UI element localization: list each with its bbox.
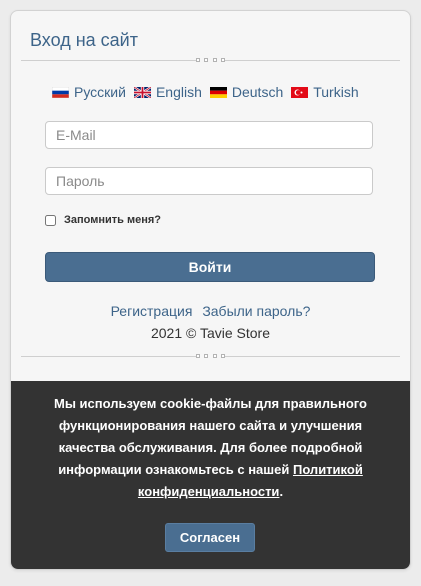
- language-option-turkish[interactable]: Turkish: [291, 84, 359, 100]
- agree-button[interactable]: Согласен: [165, 523, 255, 552]
- password-field[interactable]: [45, 167, 373, 195]
- auth-links: Регистрация Забыли пароль?: [11, 303, 410, 319]
- language-option-german[interactable]: Deutsch: [209, 84, 284, 100]
- register-link[interactable]: Регистрация: [111, 303, 193, 319]
- email-field[interactable]: [45, 121, 373, 149]
- language-switcher: Русский English Deutsch Turkish: [52, 82, 372, 102]
- cookie-text-suffix: .: [279, 484, 284, 499]
- ru-flag-icon: [52, 86, 69, 98]
- remember-me-checkbox[interactable]: [45, 214, 56, 226]
- login-card: Вход на сайт Русский English Deutsch Tur…: [10, 10, 411, 570]
- language-label: Turkish: [313, 84, 359, 100]
- tr-flag-icon: [291, 86, 309, 98]
- uk-flag-icon: [133, 86, 151, 98]
- divider-ornament: [196, 353, 225, 359]
- language-label: Deutsch: [231, 84, 284, 100]
- copyright: 2021 © Tavie Store: [150, 325, 271, 341]
- remember-me[interactable]: Запомнить меня?: [45, 214, 161, 226]
- language-label: Русский: [74, 84, 126, 100]
- forgot-password-link[interactable]: Забыли пароль?: [202, 303, 310, 319]
- language-label: English: [155, 84, 202, 100]
- de-flag-icon: [209, 86, 227, 98]
- remember-me-label: Запомнить меня?: [64, 214, 162, 226]
- divider-ornament: [196, 57, 225, 63]
- language-option-russian[interactable]: Русский: [52, 84, 126, 100]
- page-title: Вход на сайт: [30, 30, 138, 50]
- login-button[interactable]: Войти: [45, 252, 375, 282]
- cookie-banner: Мы используем cookie-файлы для правильно…: [11, 381, 410, 569]
- language-option-english[interactable]: English: [133, 84, 202, 100]
- cookie-message: Мы используем cookie-файлы для правильно…: [41, 393, 380, 503]
